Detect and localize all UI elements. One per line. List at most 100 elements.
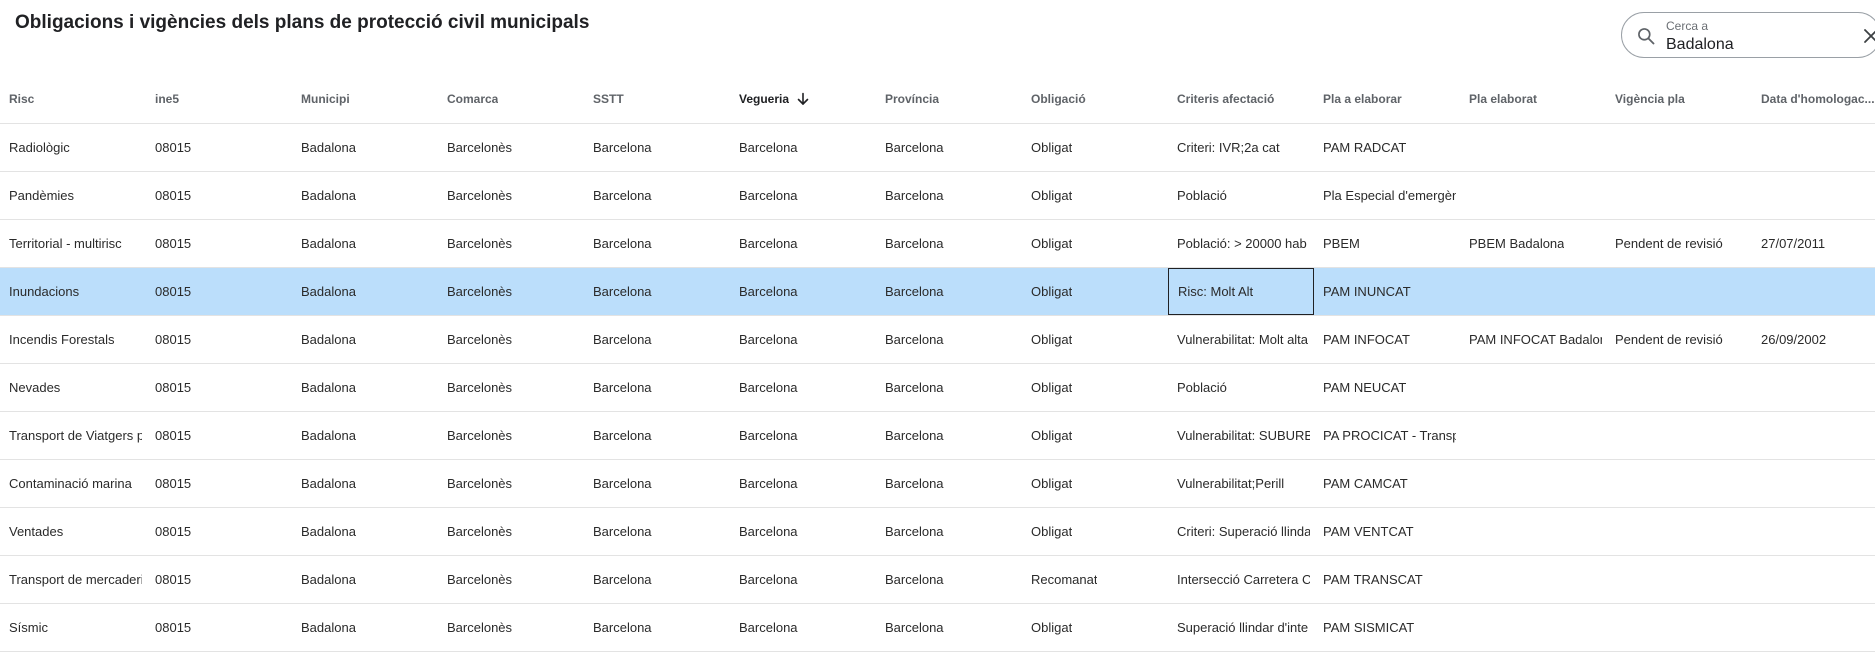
- table-cell[interactable]: PBEM Badalona: [1460, 220, 1606, 267]
- table-row[interactable]: Radiològic 08015 Badalona Barcelonès Barcelo…: [0, 124, 1875, 172]
- table-cell[interactable]: Sísmic: [0, 604, 146, 651]
- table-cell[interactable]: [1752, 508, 1875, 555]
- table-row[interactable]: Inundacions 08015 Badalona Barcelonès Barcel…: [0, 268, 1875, 316]
- table-cell[interactable]: Barcelona: [730, 460, 876, 507]
- table-cell[interactable]: Barcelonès: [438, 412, 584, 459]
- table-cell[interactable]: Superació llindar d'inte: [1168, 604, 1314, 651]
- table-cell[interactable]: Radiològic: [0, 124, 146, 171]
- table-cell[interactable]: Barcelonès: [438, 460, 584, 507]
- table-cell[interactable]: Criteri: IVR;2a cat: [1168, 124, 1314, 171]
- table-row[interactable]: Transport de Viatgers p 08015 Badalona Barc…: [0, 412, 1875, 460]
- table-cell[interactable]: Barcelonès: [438, 556, 584, 603]
- table-cell[interactable]: 08015: [146, 460, 292, 507]
- table-cell[interactable]: [1460, 172, 1606, 219]
- table-cell[interactable]: [1460, 268, 1606, 315]
- table-cell[interactable]: Barcelona: [730, 412, 876, 459]
- table-cell[interactable]: PAM INUNCAT: [1314, 268, 1460, 315]
- table-cell[interactable]: Barcelona: [876, 556, 1022, 603]
- table-cell[interactable]: [1606, 556, 1752, 603]
- table-cell[interactable]: Barcelona: [730, 508, 876, 555]
- table-cell[interactable]: Badalona: [292, 172, 438, 219]
- table-cell[interactable]: Barcelona: [876, 460, 1022, 507]
- table-cell[interactable]: Barcelonès: [438, 604, 584, 651]
- column-header-8[interactable]: Criteris afectació: [1168, 75, 1314, 123]
- table-cell[interactable]: Vulnerabilitat;Perill: [1168, 460, 1314, 507]
- table-cell[interactable]: Barcelona: [876, 268, 1022, 315]
- table-cell[interactable]: Barcelona: [730, 604, 876, 651]
- table-cell[interactable]: Obligat: [1022, 412, 1168, 459]
- table-cell[interactable]: Barcelona: [730, 124, 876, 171]
- table-cell[interactable]: Barcelonès: [438, 268, 584, 315]
- table-cell[interactable]: [1752, 556, 1875, 603]
- table-cell[interactable]: Badalona: [292, 460, 438, 507]
- table-cell[interactable]: 08015: [146, 412, 292, 459]
- table-cell[interactable]: Transport de Viatgers p: [0, 412, 146, 459]
- column-header-10[interactable]: Pla elaborat: [1460, 75, 1606, 123]
- table-cell[interactable]: Vulnerabilitat: Molt alta: [1168, 316, 1314, 363]
- table-cell[interactable]: 08015: [146, 124, 292, 171]
- table-cell[interactable]: Barcelona: [584, 268, 730, 315]
- table-cell[interactable]: Inundacions: [0, 268, 146, 315]
- table-cell[interactable]: Territorial - multirisc: [0, 220, 146, 267]
- table-cell[interactable]: PAM INFOCAT Badalona: [1460, 316, 1606, 363]
- table-cell[interactable]: Obligat: [1022, 268, 1168, 315]
- table-cell[interactable]: Població: > 20000 hab: [1168, 220, 1314, 267]
- table-cell[interactable]: Obligat: [1022, 460, 1168, 507]
- table-row[interactable]: Territorial - multirisc 08015 Badalona Barc…: [0, 220, 1875, 268]
- table-cell[interactable]: Barcelona: [584, 316, 730, 363]
- table-cell[interactable]: [1460, 460, 1606, 507]
- table-cell[interactable]: PAM TRANSCAT: [1314, 556, 1460, 603]
- table-cell[interactable]: 08015: [146, 508, 292, 555]
- table-cell[interactable]: Barcelona: [730, 172, 876, 219]
- table-cell[interactable]: PAM NEUCAT: [1314, 364, 1460, 411]
- table-cell[interactable]: [1752, 124, 1875, 171]
- table-cell[interactable]: [1460, 412, 1606, 459]
- table-cell[interactable]: Obligat: [1022, 316, 1168, 363]
- table-row[interactable]: Sísmic 08015 Badalona Barcelonès Barcelona Ba…: [0, 604, 1875, 652]
- table-cell[interactable]: Barcelona: [730, 220, 876, 267]
- table-row[interactable]: Transport de mercaderi 08015 Badalona Barce…: [0, 556, 1875, 604]
- table-cell[interactable]: Barcelonès: [438, 172, 584, 219]
- table-cell[interactable]: Badalona: [292, 268, 438, 315]
- column-header-4[interactable]: SSTT: [584, 75, 730, 123]
- column-header-0[interactable]: Risc: [0, 75, 146, 123]
- table-cell[interactable]: 08015: [146, 268, 292, 315]
- table-cell[interactable]: Nevades: [0, 364, 146, 411]
- table-cell[interactable]: Barcelona: [876, 364, 1022, 411]
- table-cell[interactable]: [1752, 412, 1875, 459]
- table-cell[interactable]: Badalona: [292, 556, 438, 603]
- table-cell[interactable]: Transport de mercaderi: [0, 556, 146, 603]
- table-cell[interactable]: Barcelona: [730, 316, 876, 363]
- table-cell[interactable]: 27/07/2011: [1752, 220, 1875, 267]
- table-cell[interactable]: 08015: [146, 556, 292, 603]
- table-cell[interactable]: Barcelona: [584, 604, 730, 651]
- table-cell[interactable]: Vulnerabilitat: SUBURB: [1168, 412, 1314, 459]
- table-cell[interactable]: Barcelona: [876, 508, 1022, 555]
- column-header-9[interactable]: Pla a elaborar: [1314, 75, 1460, 123]
- table-row[interactable]: Nevades 08015 Badalona Barcelonès Barcelona B…: [0, 364, 1875, 412]
- table-cell[interactable]: Obligat: [1022, 604, 1168, 651]
- table-cell[interactable]: 08015: [146, 220, 292, 267]
- table-cell[interactable]: Risc: Molt Alt: [1168, 268, 1314, 315]
- table-cell[interactable]: Barcelona: [876, 412, 1022, 459]
- column-header-5[interactable]: Vegueria: [730, 75, 876, 123]
- table-cell[interactable]: Barcelona: [584, 124, 730, 171]
- table-cell[interactable]: Barcelona: [584, 556, 730, 603]
- column-header-12[interactable]: Data d'homologac...: [1752, 75, 1875, 123]
- table-cell[interactable]: [1460, 604, 1606, 651]
- table-cell[interactable]: Badalona: [292, 124, 438, 171]
- table-cell[interactable]: Intersecció Carretera C: [1168, 556, 1314, 603]
- table-cell[interactable]: 08015: [146, 364, 292, 411]
- column-header-7[interactable]: Obligació: [1022, 75, 1168, 123]
- table-cell[interactable]: Obligat: [1022, 508, 1168, 555]
- table-cell[interactable]: [1606, 268, 1752, 315]
- table-cell[interactable]: Barcelona: [730, 364, 876, 411]
- table-cell[interactable]: PBEM: [1314, 220, 1460, 267]
- table-cell[interactable]: Barcelona: [584, 220, 730, 267]
- table-cell[interactable]: Badalona: [292, 364, 438, 411]
- table-cell[interactable]: Barcelonès: [438, 508, 584, 555]
- close-icon[interactable]: [1863, 28, 1875, 44]
- table-cell[interactable]: Criteri: Superació llinda: [1168, 508, 1314, 555]
- table-cell[interactable]: 08015: [146, 604, 292, 651]
- table-cell[interactable]: Barcelona: [584, 364, 730, 411]
